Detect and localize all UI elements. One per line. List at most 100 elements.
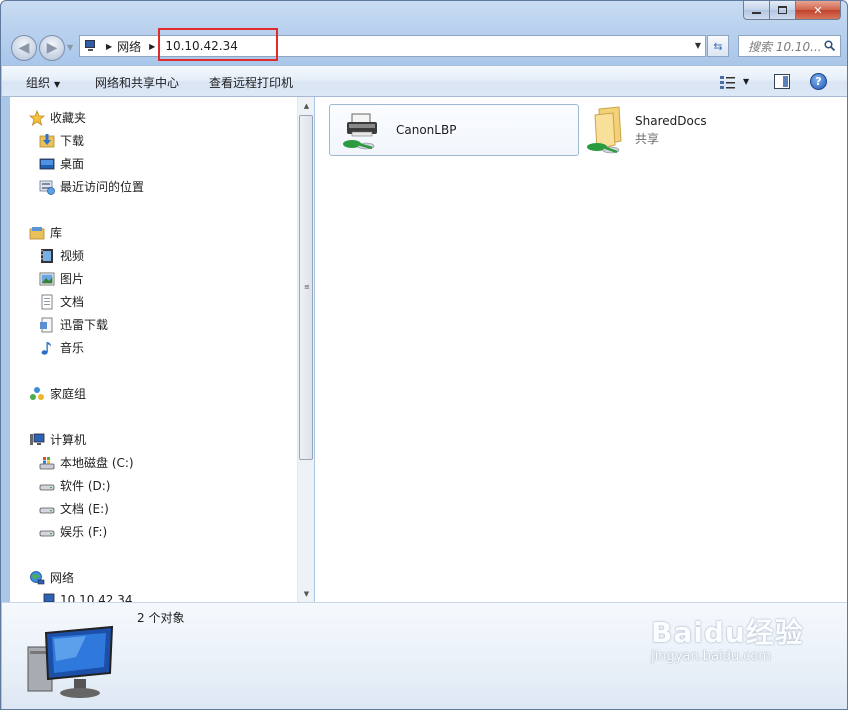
sidebar-item-label: 文档 (60, 295, 85, 309)
chevron-right-icon[interactable]: ▶ (106, 42, 112, 51)
sidebar-item-videos[interactable]: 视频 (39, 247, 84, 264)
close-icon: ✕ (813, 3, 823, 17)
watermark-main: Baidu经验 (651, 616, 804, 649)
sidebar-computer-label: 计算机 (50, 433, 87, 447)
chevron-right-icon[interactable]: ▶ (149, 42, 155, 51)
sidebar-item-label: 桌面 (60, 157, 85, 171)
sidebar-homegroup[interactable]: 家庭组 (29, 385, 86, 402)
shared-folder-subtitle: 共享 (635, 131, 660, 146)
forward-arrow-icon: ▶ (46, 40, 58, 56)
shared-folder-item[interactable]: SharedDocs 共享 (583, 103, 783, 157)
scroll-up-icon[interactable]: ▲ (298, 97, 315, 114)
back-arrow-icon: ◀ (18, 40, 30, 56)
recent-places-icon (39, 180, 55, 195)
sidebar-libraries-label: 库 (50, 226, 63, 240)
drive-icon (39, 530, 55, 536)
search-placeholder: 搜索 10.10... (748, 39, 822, 54)
library-folder-icon (29, 226, 45, 239)
star-icon (29, 109, 45, 126)
sidebar-item-drive-e[interactable]: 文档 (E:) (39, 500, 109, 517)
system-drive-icon (39, 456, 55, 469)
pictures-library-icon (39, 272, 55, 285)
preview-pane-icon[interactable] (774, 74, 790, 89)
sidebar-item-label: 娱乐 (F:) (60, 525, 108, 539)
computer-icon (43, 593, 55, 602)
sidebar-item-drive-d[interactable]: 软件 (D:) (39, 477, 110, 494)
network-computer-large-icon (27, 625, 114, 698)
sidebar-item-label: 文档 (E:) (60, 502, 109, 516)
item-count: 2 个对象 (137, 611, 185, 625)
sidebar-item-label: 音乐 (60, 341, 85, 355)
sidebar-favorites[interactable]: 收藏夹 (29, 109, 86, 126)
refresh-button[interactable]: ⇆ (707, 35, 729, 57)
chevron-down-icon: ▼ (54, 80, 61, 89)
printer-name: CanonLBP (396, 123, 457, 137)
search-icon[interactable] (824, 40, 835, 51)
sidebar-libraries[interactable]: 库 (29, 224, 62, 241)
network-sharing-center-button[interactable]: 网络和共享中心 (95, 74, 179, 91)
sidebar-item-pictures[interactable]: 图片 (39, 270, 84, 287)
sidebar-item-network-host[interactable]: 10.10.42.34 (39, 592, 133, 602)
view-remote-printers-button[interactable]: 查看远程打印机 (209, 74, 293, 91)
sidebar-item-label: 本地磁盘 (C:) (60, 456, 134, 470)
search-box[interactable]: 搜索 10.10... (738, 35, 841, 57)
navigation-scrollbar[interactable]: ▲ ≡ ▼ (297, 97, 314, 602)
thunder-download-icon (40, 317, 53, 332)
address-history-dropdown[interactable]: ▼ (695, 41, 701, 50)
drive-icon (39, 484, 55, 490)
desktop-icon (39, 158, 55, 169)
recent-pages-dropdown[interactable]: ▼ (67, 43, 73, 52)
command-bar: 组织 ▼ 网络和共享中心 查看远程打印机 ▼ ? (2, 65, 847, 97)
organize-menu[interactable]: 组织 ▼ (26, 74, 60, 91)
shared-folder-name: SharedDocs (635, 113, 707, 128)
change-view-icon[interactable] (720, 75, 736, 89)
sidebar-item-drive-f[interactable]: 娱乐 (F:) (39, 523, 107, 540)
sidebar-computer[interactable]: 计算机 (29, 431, 86, 448)
video-library-icon (41, 248, 53, 263)
sidebar-homegroup-label: 家庭组 (50, 387, 87, 401)
sidebar-item-recent-places[interactable]: 最近访问的位置 (39, 178, 144, 195)
explorer-window: ✕ ◀ ▶ ▼ ▶ 网络 ▶ 10.10.42.34 ▼ ⇆ 搜索 10.10.… (0, 0, 848, 710)
drive-icon (39, 507, 55, 513)
sidebar-item-drive-c[interactable]: 本地磁盘 (C:) (39, 454, 134, 471)
sidebar-item-downloads[interactable]: 下载 (39, 132, 84, 149)
minimize-button[interactable] (743, 1, 770, 20)
minimize-icon (752, 12, 761, 14)
sidebar-item-label: 视频 (60, 249, 85, 263)
sidebar-item-desktop[interactable]: 桌面 (39, 155, 84, 172)
scroll-thumb[interactable]: ≡ (299, 115, 313, 460)
annotation-highlight-box (158, 28, 278, 61)
sidebar-item-label: 最近访问的位置 (60, 180, 145, 194)
organize-label: 组织 (26, 76, 51, 90)
sidebar-item-label: 迅雷下载 (60, 318, 109, 332)
shared-folder-text: SharedDocs 共享 (635, 114, 707, 147)
back-button[interactable]: ◀ (11, 35, 37, 61)
sidebar-item-documents[interactable]: 文档 (39, 293, 84, 310)
sidebar-item-label: 10.10.42.34 (60, 593, 133, 602)
help-icon[interactable]: ? (810, 73, 827, 90)
shared-printer-item[interactable]: CanonLBP (329, 104, 579, 156)
grip-icon: ≡ (304, 283, 310, 291)
forward-button[interactable]: ▶ (39, 35, 65, 61)
sidebar-item-thunder-downloads[interactable]: 迅雷下载 (39, 316, 108, 333)
navigation-pane: 收藏夹 下载 桌面 最近访问的位置 库 视频 图片 文档 迅雷下载 音乐 家庭组… (10, 97, 297, 602)
network-computer-icon (84, 40, 100, 52)
network-globe-icon (30, 570, 45, 584)
sidebar-item-label: 图片 (60, 272, 85, 286)
close-button[interactable]: ✕ (796, 1, 841, 20)
sidebar-item-label: 软件 (D:) (60, 479, 111, 493)
sidebar-item-music[interactable]: 音乐 (39, 339, 84, 356)
network-printer-icon (343, 113, 377, 150)
sidebar-network[interactable]: 网络 (29, 569, 74, 586)
content-area: CanonLBP SharedDocs 共享 (315, 97, 847, 602)
sidebar-network-label: 网络 (50, 571, 75, 585)
scroll-down-icon[interactable]: ▼ (298, 585, 315, 602)
sidebar-favorites-label: 收藏夹 (50, 111, 87, 125)
download-folder-icon (39, 133, 55, 147)
computer-icon (30, 433, 45, 445)
maximize-button[interactable] (770, 1, 796, 20)
view-options-dropdown[interactable]: ▼ (743, 77, 749, 86)
breadcrumb-network[interactable]: 网络 (117, 38, 141, 55)
documents-library-icon (41, 294, 53, 309)
maximize-icon (778, 6, 787, 14)
